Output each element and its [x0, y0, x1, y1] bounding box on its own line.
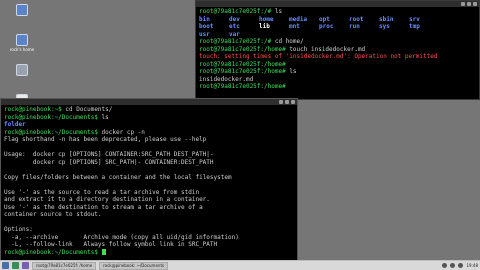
- browser-icon[interactable]: [12, 262, 19, 269]
- dir-entry: folder: [4, 121, 26, 128]
- dir-entry: mnt: [289, 23, 300, 30]
- dir-entry: sbin: [379, 15, 394, 23]
- dir-entry: boot: [199, 23, 214, 30]
- volume-icon[interactable]: [450, 263, 456, 268]
- desktop-icon-trash[interactable]: [4, 64, 40, 88]
- terminal-output[interactable]: root@79a81c7e025f:/# ls bin dev home media op…: [196, 7, 479, 92]
- shell-command: cd home/: [274, 38, 304, 45]
- dir-entry: root: [349, 15, 364, 23]
- desktop-icon-home-folder[interactable]: rock's home: [4, 34, 40, 58]
- shell-prompt: root@79a81c7e025f:/home#: [199, 68, 290, 75]
- dir-entry: bin: [199, 15, 210, 23]
- dir-entry: etc: [229, 23, 240, 30]
- option-line: -L, --follow-link Always follow symbol l…: [4, 241, 218, 248]
- shell-prompt: rock@pinebook:~/Documents$: [4, 128, 102, 136]
- taskbar-task-container-terminal[interactable]: root@79a81c7e025f: /home: [32, 261, 97, 270]
- battery-icon[interactable]: [458, 263, 464, 268]
- file-entry: insidedocker.md: [199, 75, 254, 83]
- usage-line: Usage: docker cp [OPTIONS] CONTAINER:SRC…: [4, 151, 214, 158]
- dir-entry: sys: [379, 23, 390, 30]
- shell-command: ls: [274, 8, 283, 15]
- help-line: and extract it to a directory destinatio…: [4, 196, 210, 203]
- usage-line: docker cp [OPTIONS] SRC_PATH|- CONTAINER…: [4, 158, 214, 166]
- deprecation-warning: Flag shorthand -n has been deprecated, p…: [4, 136, 207, 143]
- shell-prompt: rock@pinebook:~$: [4, 106, 66, 113]
- minimize-icon[interactable]: [279, 100, 283, 104]
- dir-entry: usr: [199, 30, 210, 38]
- dir-entry: home: [259, 15, 274, 23]
- shell-prompt: root@79a81c7e025f:/home#: [199, 45, 290, 53]
- shell-command: ls: [289, 68, 297, 75]
- close-icon[interactable]: [291, 100, 295, 104]
- trash-icon: [16, 64, 28, 76]
- shell-prompt: root@79a81c7e025f:/#: [199, 38, 275, 45]
- shell-command: touch insidedocker.md: [289, 45, 366, 53]
- error-message: touch: setting times of 'insidedocker.md…: [199, 53, 438, 60]
- shell-command: cd Documents/: [65, 106, 113, 113]
- system-tray: 19:48: [442, 263, 478, 268]
- shell-prompt: root@79a81c7e025f:/#: [199, 8, 275, 15]
- taskbar: root@79a81c7e025f: /home rock@pinebook: …: [0, 260, 480, 270]
- host-terminal-window[interactable]: rock@pinebook:~$ cd Documents/rock@pineb…: [0, 98, 298, 261]
- maximize-icon[interactable]: [285, 100, 289, 104]
- dir-entry: proc: [319, 23, 334, 30]
- option-line: -a, --archive Archive mode (copy all uid…: [4, 233, 239, 241]
- text-cursor: [101, 249, 106, 255]
- terminal-launcher-icon[interactable]: [22, 262, 29, 269]
- dir-entry: tmp: [409, 23, 420, 30]
- taskbar-task-host-terminal[interactable]: rock@pinebook: ~/Documents: [99, 261, 169, 270]
- description-line: Copy files/folders between a container a…: [4, 173, 232, 181]
- shell-prompt: rock@pinebook:~/Documents$: [4, 113, 102, 121]
- help-line: container source to stdout.: [4, 211, 102, 218]
- options-header: Options:: [4, 226, 33, 233]
- maximize-icon[interactable]: [467, 2, 471, 6]
- network-icon[interactable]: [442, 263, 448, 268]
- menu-icon[interactable]: [2, 262, 9, 269]
- dir-entry: run: [349, 23, 360, 30]
- help-line: Use '-' as the destination to stream a t…: [4, 203, 203, 211]
- minimize-icon[interactable]: [461, 2, 465, 6]
- clock[interactable]: 19:48: [466, 263, 478, 268]
- shell-command: docker cp -n: [101, 128, 145, 136]
- folder-icon: [16, 4, 28, 16]
- dir-entry: opt: [319, 15, 330, 23]
- close-icon[interactable]: [473, 2, 477, 6]
- help-line: Use '-' as the source to read a tar arch…: [4, 188, 200, 196]
- container-terminal-window[interactable]: root@79a81c7e025f:/# ls bin dev home media op…: [195, 0, 480, 100]
- dir-entry: srv: [409, 15, 420, 23]
- ls-output-row: boot etc lib mnt proc run sys tmp: [199, 23, 476, 31]
- shell-prompt: root@79a81c7e025f:/home#: [199, 60, 290, 68]
- terminal-output[interactable]: rock@pinebook:~$ cd Documents/rock@pineb…: [1, 105, 297, 257]
- dir-entry: var: [229, 30, 240, 38]
- dir-entry: lib: [259, 23, 270, 30]
- desktop-icon-file-manager[interactable]: [4, 4, 40, 28]
- dir-entry: dev: [229, 15, 240, 23]
- ls-output-row-extra: usr var: [199, 31, 476, 39]
- shell-prompt: root@79a81c7e025f:/home#: [199, 83, 290, 90]
- desktop: rock's home root@79a81c7e025f:/# ls bin de…: [0, 0, 480, 270]
- home-folder-icon: [16, 34, 28, 46]
- shell-command: ls: [101, 113, 109, 121]
- shell-prompt: rock@pinebook:~/Documents$: [4, 248, 102, 256]
- ls-output-row: bin dev home media opt root sbin srv: [199, 16, 476, 24]
- dir-entry: media: [289, 15, 308, 23]
